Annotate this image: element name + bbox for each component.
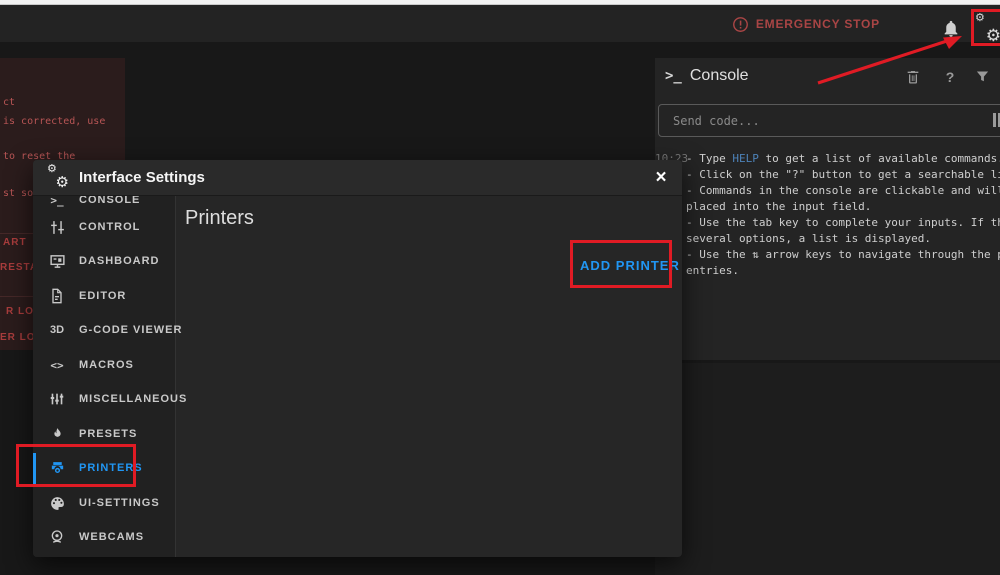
sidebar-item-macros[interactable]: <> MACROS [33, 348, 176, 382]
monitor-dashboard-icon [48, 252, 66, 270]
console-panel-header: >_ Console ? [655, 58, 1000, 98]
console-line: entries. [686, 263, 1000, 279]
console-panel-title: >_ Console [665, 67, 749, 85]
clear-console-trash-icon[interactable] [905, 69, 923, 87]
error-text-fragment: st so [3, 188, 33, 199]
top-navigation-bar: EMERGENCY STOP ⚙ ⚙ [0, 5, 1000, 42]
input-trailing-icon-fragment [993, 112, 1000, 128]
interface-settings-gears-icon[interactable]: ⚙ ⚙ [975, 17, 1000, 41]
restart-button-fragment[interactable]: ART [3, 237, 27, 248]
settings-sidebar: >_ CONSOLE CONTROL DASHBOARD EDITOR 3D G… [33, 160, 176, 557]
error-text-fragment: ct [3, 97, 15, 108]
interface-settings-dialog: >_ CONSOLE CONTROL DASHBOARD EDITOR 3D G… [33, 160, 682, 557]
flame-icon [48, 425, 66, 443]
console-line: - Use the tab key to complete your input… [686, 215, 1000, 231]
sidebar-item-editor[interactable]: EDITOR [33, 279, 176, 313]
console-line: - Type HELP to get a list of available c… [686, 151, 1000, 167]
console-panel: >_ Console ? 10:23 - Type HELP to get a … [655, 58, 1000, 360]
sidebar-item-dashboard[interactable]: DASHBOARD [33, 244, 176, 278]
alert-circle-icon [732, 16, 749, 33]
sidebar-item-printers[interactable]: PRINTERS [33, 451, 176, 485]
emergency-stop-label: EMERGENCY STOP [756, 17, 880, 31]
tune-sliders-icon [48, 218, 66, 236]
sidebar-item-gcode-viewer[interactable]: 3D G-CODE VIEWER [33, 313, 176, 347]
help-command-link[interactable]: HELP [732, 152, 759, 165]
interface-settings-gears-icon: ⚙ ⚙ [47, 168, 69, 188]
printer-icon [48, 459, 66, 477]
sidebar-item-presets[interactable]: PRESETS [33, 417, 176, 451]
dialog-title: Interface Settings [79, 169, 205, 186]
code-tags-icon: <> [48, 356, 66, 374]
app-root: { "topbar": { "emergency_stop_label": "E… [0, 0, 1000, 575]
sidebar-item-ui-settings[interactable]: UI-SETTINGS [33, 486, 176, 520]
background-card [655, 363, 1000, 575]
sidebar-item-control[interactable]: CONTROL [33, 210, 176, 244]
add-printer-button[interactable]: ADD PRINTER [580, 258, 680, 273]
close-icon[interactable]: × [650, 167, 672, 189]
console-line: several options, a list is displayed. [686, 231, 1000, 247]
sidebar-item-webcams[interactable]: WEBCAMS [33, 520, 176, 554]
console-line: - Use the ⇅ arrow keys to navigate throu… [686, 247, 1000, 263]
vertical-sliders-icon [48, 390, 66, 408]
dialog-header: ⚙ ⚙ Interface Settings × [33, 160, 682, 196]
filter-funnel-icon[interactable] [975, 69, 993, 87]
palette-icon [48, 494, 66, 512]
emergency-stop-button[interactable]: EMERGENCY STOP [732, 13, 880, 35]
console-line: - Commands in the console are clickable … [686, 183, 1000, 199]
file-edit-icon [48, 287, 66, 305]
console-line: placed into the input field. [686, 199, 1000, 215]
console-prompt-icon: >_ [665, 68, 682, 84]
printers-page-heading: Printers [185, 207, 254, 230]
sidebar-item-miscellaneous[interactable]: MISCELLANEOUS [33, 382, 176, 416]
console-line: - Click on the "?" button to get a searc… [686, 167, 1000, 183]
3d-viewer-icon: 3D [48, 321, 66, 339]
send-code-input[interactable] [658, 104, 1000, 137]
notifications-bell-icon[interactable] [941, 19, 961, 39]
console-output: - Type HELP to get a list of available c… [686, 151, 1000, 279]
webcam-icon [48, 528, 66, 546]
error-text-fragment: is corrected, use [3, 116, 105, 127]
command-help-icon[interactable]: ? [941, 69, 959, 87]
